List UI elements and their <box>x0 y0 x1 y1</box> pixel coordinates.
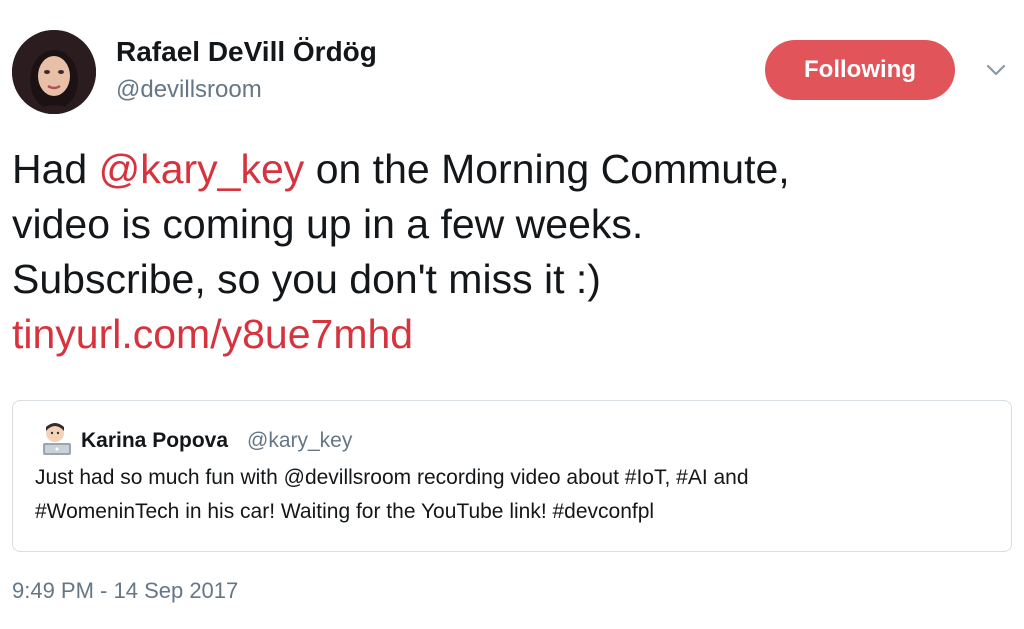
quoted-line-1: Just had so much fun with @devillsroom r… <box>35 466 749 489</box>
tweet-timestamp[interactable]: 9:49 PM - 14 Sep 2017 <box>12 578 238 604</box>
quoted-author-name: Karina Popova <box>81 429 229 452</box>
tweet-text: Had @kary_key on the Morning Commute, vi… <box>12 142 1002 362</box>
tweet-line-1: Had @kary_key on the Morning Commute, <box>12 142 1002 197</box>
quoted-tweet-text: Just had so much fun with @devillsroom r… <box>35 461 995 529</box>
author-display-name[interactable]: Rafael DeVill Ördög <box>116 36 377 68</box>
tweet-text-start: Had <box>12 146 99 192</box>
author-handle[interactable]: @devillsroom <box>116 76 262 104</box>
quoted-line-2: #WomeninTech in his car! Waiting for the… <box>35 500 655 523</box>
mention-link[interactable]: @kary_key <box>99 146 305 192</box>
woman-technologist-icon <box>39 419 77 457</box>
author-avatar[interactable] <box>12 30 96 114</box>
tweet-url-link[interactable]: tinyurl.com/y8ue7mhd <box>12 307 1002 362</box>
quoted-tweet-card[interactable]: Karina Popova @kary_key Just had so much… <box>12 400 1012 552</box>
profile-photo-icon <box>12 30 96 114</box>
following-button[interactable]: Following <box>765 40 955 100</box>
tweet-text-rest: on the Morning Commute, <box>304 146 790 192</box>
quoted-author-handle: @kary_key <box>247 429 353 452</box>
tweet-line-2: video is coming up in a few weeks. <box>12 201 644 247</box>
tweet-line-3: Subscribe, so you don't miss it :) <box>12 256 601 302</box>
chevron-down-icon[interactable] <box>984 58 1008 82</box>
